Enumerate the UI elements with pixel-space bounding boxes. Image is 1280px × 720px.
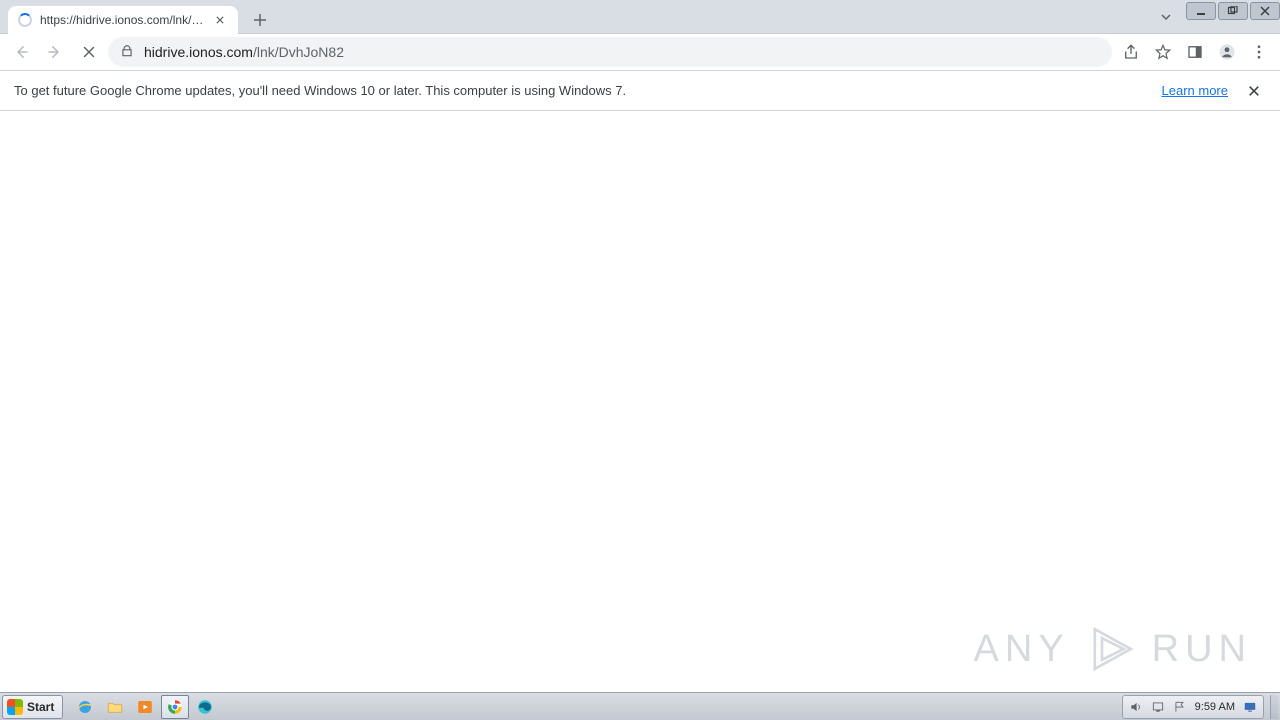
infobar-close-button[interactable]: [1242, 79, 1266, 103]
window-minimize-button[interactable]: [1186, 2, 1216, 20]
nav-forward-button[interactable]: [40, 37, 70, 67]
loading-spinner-icon: [18, 13, 32, 27]
side-panel-button[interactable]: [1180, 37, 1210, 67]
close-icon: [1259, 6, 1271, 16]
windows-logo-icon: [7, 699, 23, 715]
avatar-icon: [1218, 43, 1236, 61]
anyrun-watermark: ANY RUN: [974, 622, 1252, 676]
star-icon: [1154, 43, 1172, 61]
maximize-icon: [1227, 6, 1239, 16]
clock: 9:59 AM: [1195, 701, 1235, 713]
close-icon: [216, 16, 224, 24]
chevron-down-icon: [1160, 11, 1172, 23]
edge-icon: [196, 698, 214, 716]
play-icon: [1084, 622, 1138, 676]
flag-icon: [1173, 700, 1187, 714]
tray-app-icon: [1151, 700, 1165, 714]
arrow-right-icon: [46, 43, 64, 61]
arrow-left-icon: [12, 43, 30, 61]
toolbar-right: [1116, 37, 1274, 67]
taskbar-ie[interactable]: [71, 695, 99, 719]
panel-icon: [1186, 43, 1204, 61]
window-maximize-button[interactable]: [1218, 2, 1248, 20]
lock-icon: [120, 44, 134, 61]
show-desktop-button[interactable]: [1270, 695, 1278, 719]
window-titlebar: https://hidrive.ionos.com/lnk/DvhJoN82: [0, 0, 1280, 34]
taskbar-player[interactable]: [131, 695, 159, 719]
folder-icon: [106, 698, 124, 716]
url-path: /lnk/DvhJoN82: [253, 44, 344, 60]
address-bar[interactable]: hidrive.ionos.com/lnk/DvhJoN82: [108, 37, 1112, 67]
taskbar-apps: [71, 695, 1119, 719]
plus-icon: [253, 13, 267, 27]
start-label: Start: [27, 700, 54, 714]
minimize-icon: [1195, 6, 1207, 16]
system-tray[interactable]: 9:59 AM: [1122, 695, 1264, 719]
watermark-left: ANY: [974, 628, 1070, 671]
new-tab-button[interactable]: [246, 6, 274, 34]
infobar-learn-more-link[interactable]: Learn more: [1162, 83, 1228, 98]
volume-icon: [1129, 700, 1143, 714]
infobar-message: To get future Google Chrome updates, you…: [14, 83, 1162, 98]
chrome-menu-button[interactable]: [1244, 37, 1274, 67]
nav-stop-button[interactable]: [74, 37, 104, 67]
taskbar-chrome[interactable]: [161, 695, 189, 719]
share-button[interactable]: [1116, 37, 1146, 67]
close-icon: [80, 43, 98, 61]
nav-back-button[interactable]: [6, 37, 36, 67]
page-content: ANY RUN: [0, 111, 1280, 692]
url-host: hidrive.ionos.com: [144, 44, 253, 60]
update-infobar: To get future Google Chrome updates, you…: [0, 71, 1280, 111]
tab-search-button[interactable]: [1152, 11, 1180, 23]
watermark-right: RUN: [1152, 628, 1252, 671]
start-button[interactable]: Start: [2, 695, 63, 719]
window-close-button[interactable]: [1250, 2, 1280, 20]
tab-strip: https://hidrive.ionos.com/lnk/DvhJoN82: [0, 0, 1152, 34]
tab-title: https://hidrive.ionos.com/lnk/DvhJoN82: [40, 13, 204, 27]
media-player-icon: [136, 698, 154, 716]
monitor-icon: [1243, 700, 1257, 714]
browser-toolbar: hidrive.ionos.com/lnk/DvhJoN82: [0, 34, 1280, 71]
share-icon: [1122, 43, 1140, 61]
bookmark-button[interactable]: [1148, 37, 1178, 67]
kebab-icon: [1250, 43, 1268, 61]
close-icon: [1248, 85, 1260, 97]
window-controls: [1184, 0, 1280, 20]
browser-tab[interactable]: https://hidrive.ionos.com/lnk/DvhJoN82: [8, 6, 238, 34]
chrome-icon: [166, 698, 184, 716]
taskbar-edge[interactable]: [191, 695, 219, 719]
windows-taskbar: Start 9:59 AM: [0, 692, 1280, 720]
tab-close-button[interactable]: [212, 12, 228, 28]
taskbar-explorer[interactable]: [101, 695, 129, 719]
profile-button[interactable]: [1212, 37, 1242, 67]
internet-explorer-icon: [76, 698, 94, 716]
url-text: hidrive.ionos.com/lnk/DvhJoN82: [144, 44, 344, 60]
